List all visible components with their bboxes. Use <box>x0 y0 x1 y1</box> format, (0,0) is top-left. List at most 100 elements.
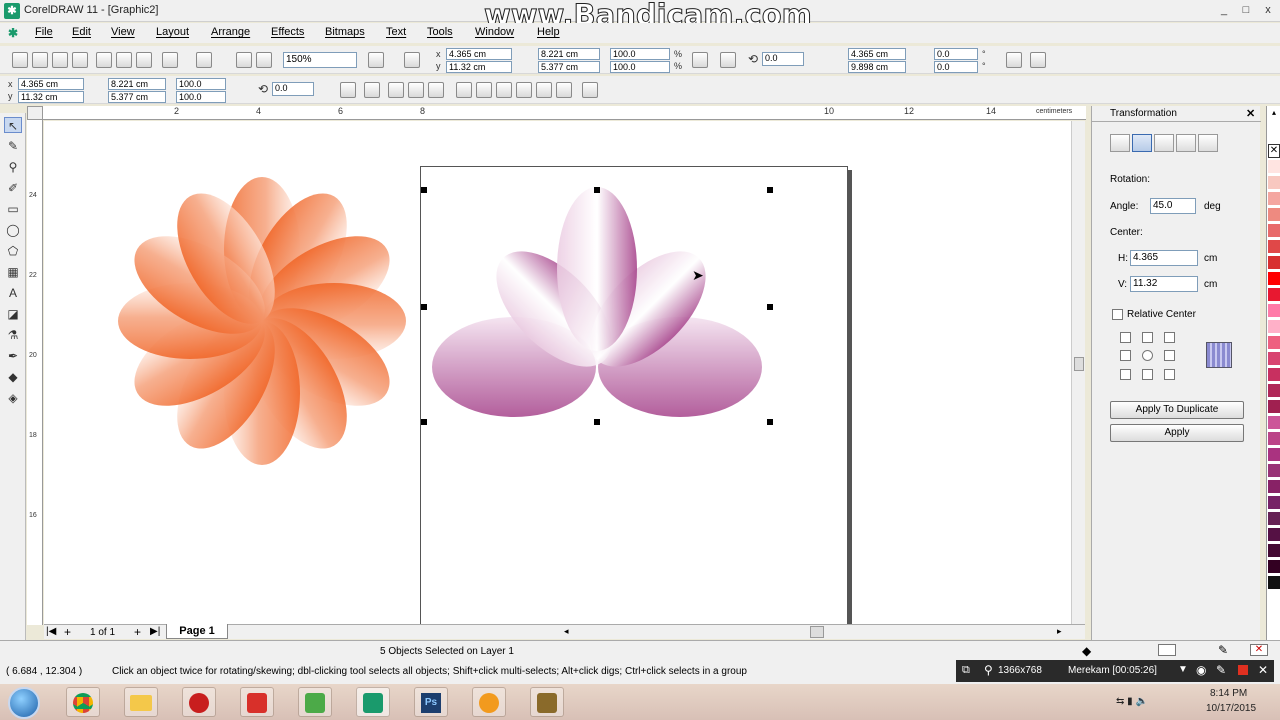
docker-close-icon[interactable]: ✕ <box>1246 107 1255 120</box>
anchor-top-center[interactable] <box>1142 332 1153 343</box>
palette-swatch[interactable] <box>1268 304 1280 318</box>
menu-view[interactable]: View <box>111 26 135 38</box>
taskbar-media-player[interactable] <box>472 687 506 717</box>
anchor-bottom-right[interactable] <box>1164 369 1175 380</box>
lock-ratio-icon[interactable] <box>692 52 708 68</box>
selection-handle[interactable] <box>767 304 773 310</box>
menu-text[interactable]: Text <box>386 26 406 38</box>
anchor-center[interactable] <box>1142 350 1153 361</box>
weld-icon[interactable] <box>476 82 492 98</box>
width-field[interactable]: 8.221 cm <box>538 48 600 60</box>
shape-tool-icon[interactable]: ✎ <box>4 138 22 154</box>
palette-swatch[interactable] <box>1268 576 1280 590</box>
menu-file[interactable]: File <box>35 26 53 38</box>
selection-handle[interactable] <box>421 187 427 193</box>
taskbar-corel-x[interactable] <box>298 687 332 717</box>
interactive-tool-icon[interactable]: ◈ <box>4 390 22 406</box>
size-tab-icon[interactable] <box>1176 134 1196 152</box>
height-field[interactable]: 5.377 cm <box>538 61 600 73</box>
pick-tool-icon[interactable]: ↖ <box>4 117 22 133</box>
anchor-bottom-left[interactable] <box>1120 369 1131 380</box>
simplify-icon[interactable] <box>536 82 552 98</box>
menu-layout[interactable]: Layout <box>156 26 189 38</box>
palette-swatch[interactable] <box>1268 560 1280 574</box>
camera-icon[interactable]: ◉ <box>1196 663 1206 677</box>
selection-handle[interactable] <box>421 419 427 425</box>
add-page-after-icon[interactable]: + <box>134 625 141 639</box>
palette-swatch[interactable] <box>1268 192 1280 206</box>
minimize-button[interactable]: _ <box>1214 2 1234 19</box>
palette-swatch[interactable] <box>1268 496 1280 510</box>
skew-y-field[interactable]: 0.0 <box>934 61 978 73</box>
palette-swatch[interactable] <box>1268 432 1280 446</box>
selection-handle[interactable] <box>767 419 773 425</box>
clock-time[interactable]: 8:14 PM <box>1210 688 1247 699</box>
rotation-field[interactable]: 0.0 <box>762 52 804 66</box>
palette-swatch[interactable] <box>1268 384 1280 398</box>
prop-scale-x-field[interactable]: 100.0 <box>176 78 226 90</box>
anchor-bottom-center[interactable] <box>1142 369 1153 380</box>
center-h-input[interactable]: 4.365 <box>1130 250 1198 266</box>
rectangle-tool-icon[interactable]: ▭ <box>4 201 22 217</box>
polygon-tool-icon[interactable]: ⬠ <box>4 243 22 259</box>
relative-position-icon[interactable] <box>1006 52 1022 68</box>
center-v-input[interactable]: 11.32 <box>1130 276 1198 292</box>
tray-icons[interactable]: ⇆ ▮ 🔈 <box>1116 696 1148 707</box>
anchor-top-right[interactable] <box>1164 332 1175 343</box>
mirror-icon[interactable] <box>720 52 736 68</box>
menu-effects[interactable]: Effects <box>271 26 304 38</box>
prop-position-x-field[interactable]: 4.365 cm <box>18 78 84 90</box>
prop-height-field[interactable]: 5.377 cm <box>108 91 166 103</box>
scroll-left-icon[interactable]: ◂ <box>564 626 569 637</box>
position-y-field[interactable]: 11.32 cm <box>446 61 512 73</box>
menu-bitmaps[interactable]: Bitmaps <box>325 26 365 38</box>
scroll-right-icon[interactable]: ▸ <box>1057 626 1062 637</box>
palette-swatch[interactable] <box>1268 272 1280 286</box>
outline-tool-icon[interactable]: ✒ <box>4 348 22 364</box>
tab-page-1[interactable]: Page 1 <box>166 624 228 639</box>
taskbar-sketchup[interactable] <box>240 687 274 717</box>
palette-swatch[interactable] <box>1268 512 1280 526</box>
anchor-middle-left[interactable] <box>1120 350 1131 361</box>
fill-swatch[interactable] <box>1158 644 1176 656</box>
menu-tools[interactable]: Tools <box>427 26 453 38</box>
center-x-field[interactable]: 4.365 cm <box>848 48 906 60</box>
apply-button[interactable]: Apply <box>1110 424 1244 442</box>
angle-input[interactable]: 45.0 <box>1150 198 1196 214</box>
drawing-artwork[interactable] <box>44 121 1071 624</box>
save-icon[interactable] <box>52 52 68 68</box>
last-page-icon[interactable]: ▶| <box>150 626 160 637</box>
text-tool-icon[interactable]: A <box>4 285 22 301</box>
palette-swatch[interactable] <box>1268 320 1280 334</box>
prop-lock-icon[interactable] <box>364 82 380 98</box>
selection-handle[interactable] <box>594 419 600 425</box>
skew-tab-icon[interactable] <box>1198 134 1218 152</box>
palette-swatch[interactable] <box>1268 400 1280 414</box>
application-launcher-icon[interactable] <box>368 52 384 68</box>
taskbar-coreldraw[interactable] <box>356 687 390 717</box>
first-page-icon[interactable]: |◀ <box>46 626 56 637</box>
ruler-origin[interactable] <box>27 106 43 120</box>
menu-window[interactable]: Window <box>475 26 514 38</box>
undo-icon[interactable] <box>162 52 178 68</box>
fill-tool-icon[interactable]: ◆ <box>4 369 22 385</box>
menu-help[interactable]: Help <box>537 26 560 38</box>
maximize-button[interactable]: □ <box>1236 2 1256 19</box>
import-icon[interactable] <box>236 52 252 68</box>
group-icon[interactable] <box>388 82 404 98</box>
palette-swatch[interactable] <box>1268 256 1280 270</box>
window-mode-icon[interactable]: ⧉ <box>962 664 970 677</box>
palette-swatch[interactable] <box>1268 368 1280 382</box>
selection-handle[interactable] <box>421 304 427 310</box>
scale-x-field[interactable]: 100.0 <box>610 48 670 60</box>
palette-swatch[interactable] <box>1268 176 1280 190</box>
relative-center-checkbox[interactable] <box>1112 309 1123 320</box>
ungroup-all-icon[interactable] <box>428 82 444 98</box>
search-icon[interactable]: ⚲ <box>984 663 993 677</box>
eyedropper-tool-icon[interactable]: ⚗ <box>4 327 22 343</box>
close-button[interactable]: x <box>1258 2 1278 19</box>
cut-icon[interactable] <box>96 52 112 68</box>
dropdown-icon[interactable]: ▼ <box>1178 664 1188 675</box>
palette-swatch[interactable] <box>1268 544 1280 558</box>
palette-swatch[interactable] <box>1268 352 1280 366</box>
